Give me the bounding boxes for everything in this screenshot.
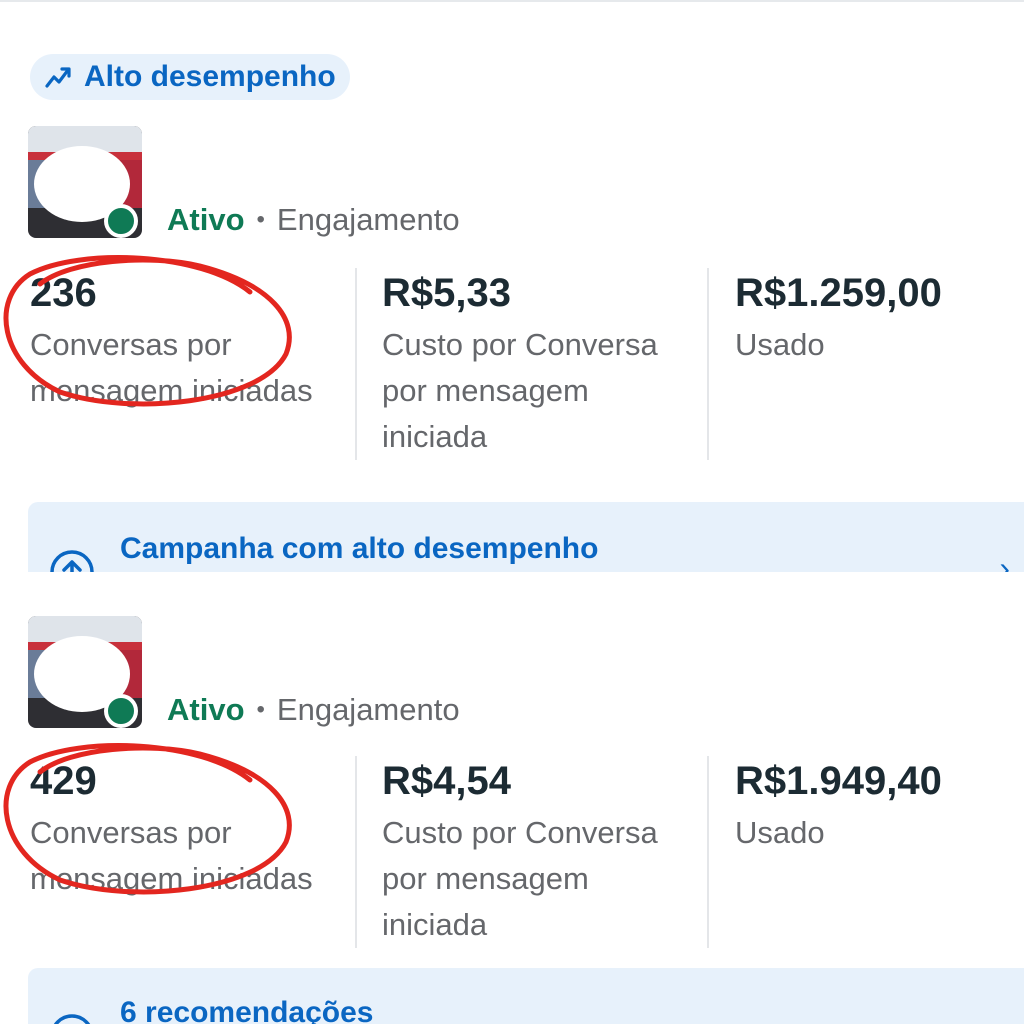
- metric-label-line: por mensagem: [382, 373, 589, 408]
- metric-value: R$1.949,40: [735, 759, 942, 803]
- metric-value: R$5,33: [382, 271, 511, 315]
- metric-divider: [355, 268, 357, 460]
- trend-up-icon: [45, 67, 71, 88]
- status-label: Ativo: [167, 692, 245, 727]
- metric-cost-per-conversation: R$5,33 Custo por Conversa por mensagem i…: [382, 268, 658, 460]
- metric-divider: [707, 268, 709, 460]
- metric-label-line: Conversas por: [30, 815, 232, 850]
- high-performance-badge: Alto desempenho: [30, 54, 350, 100]
- metric-label-line: iniciada: [382, 907, 488, 942]
- metric-divider: [355, 756, 357, 948]
- metric-label-line: mensagem iniciadas: [30, 861, 313, 896]
- metrics-row: 429 Conversas por mensagem iniciadas R$4…: [0, 756, 1024, 952]
- recommendations-banner[interactable]: 6 recomendações: [28, 968, 1024, 1024]
- metric-label-line: mensagem iniciadas: [30, 373, 313, 408]
- metric-value: R$4,54: [382, 759, 511, 803]
- active-status-dot: [104, 204, 138, 238]
- metric-label-line: iniciada: [382, 419, 488, 454]
- chevron-right-icon: ›: [999, 550, 1010, 572]
- metric-label-line: Usado: [735, 327, 825, 362]
- separator-dot: •: [256, 696, 265, 723]
- metric-value: 236: [30, 271, 97, 315]
- metric-label-line: Conversas por: [30, 327, 232, 362]
- badge-label: Alto desempenho: [84, 60, 336, 93]
- metric-conversations: 429 Conversas por mensagem iniciadas: [30, 756, 313, 902]
- metric-cost-per-conversation: R$4,54 Custo por Conversa por mensagem i…: [382, 756, 658, 948]
- campaign-status-row: Ativo • Engajamento: [167, 690, 460, 730]
- metric-value: 429: [30, 759, 97, 803]
- metric-spent: R$1.949,40 Usado: [735, 756, 942, 856]
- status-label: Ativo: [167, 202, 245, 237]
- active-status-dot: [104, 694, 138, 728]
- metric-spent: R$1.259,00 Usado: [735, 268, 942, 368]
- banner-label: 6 recomendações: [120, 996, 374, 1024]
- lightbulb-icon: [53, 1014, 91, 1024]
- metric-conversations: 236 Conversas por mensagem iniciadas: [30, 268, 313, 414]
- objective-label: Engajamento: [276, 692, 460, 727]
- high-performance-banner[interactable]: Campanha com alto desempenho ›: [28, 502, 1024, 572]
- metric-value: R$1.259,00: [735, 271, 942, 315]
- metric-label-line: por mensagem: [382, 861, 589, 896]
- metric-label-line: Custo por Conversa: [382, 327, 658, 362]
- banner-label: Campanha com alto desempenho: [120, 532, 599, 565]
- metrics-row: 236 Conversas por mensagem iniciadas R$5…: [0, 268, 1024, 464]
- metric-divider: [707, 756, 709, 948]
- metric-label-line: Usado: [735, 815, 825, 850]
- campaign-status-row: Ativo • Engajamento: [167, 200, 460, 240]
- metric-label-line: Custo por Conversa: [382, 815, 658, 850]
- top-divider: [0, 0, 1024, 2]
- arrow-up-circle-icon: [50, 550, 94, 572]
- separator-dot: •: [256, 206, 265, 233]
- objective-label: Engajamento: [276, 202, 460, 237]
